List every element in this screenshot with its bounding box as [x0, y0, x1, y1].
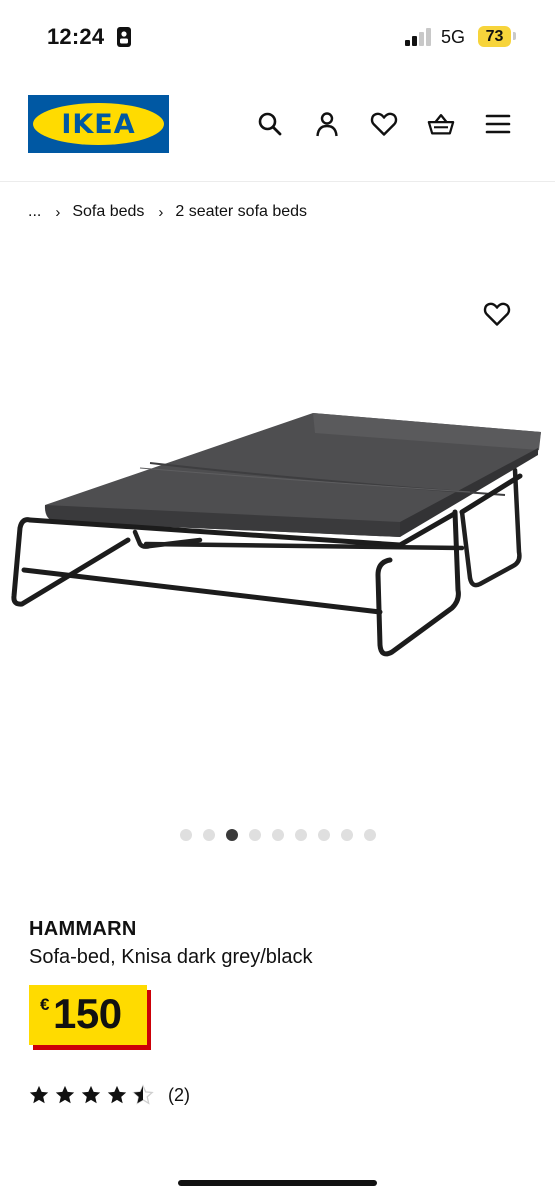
gallery-dot[interactable]: [341, 829, 353, 841]
star-half-icon: [132, 1084, 154, 1105]
breadcrumb: ... › Sofa beds › 2 seater sofa beds: [28, 201, 307, 223]
gallery-dot[interactable]: [295, 829, 307, 841]
gallery-dot[interactable]: [364, 829, 376, 841]
product-description: Sofa-bed, Knisa dark grey/black: [29, 946, 313, 968]
status-time: 12:24: [47, 24, 105, 49]
battery-indicator: 73: [478, 26, 511, 47]
breadcrumb-item-2-seater-sofa-beds[interactable]: 2 seater sofa beds: [175, 203, 307, 221]
gallery-dot[interactable]: [180, 829, 192, 841]
chevron-right-icon: ›: [55, 203, 61, 221]
ikea-logo[interactable]: IKEA: [28, 95, 169, 153]
site-header: IKEA: [0, 70, 555, 182]
menu-icon[interactable]: [484, 110, 512, 138]
breadcrumb-item-sofa-beds[interactable]: Sofa beds: [72, 203, 144, 221]
star-full-icon: [81, 1085, 101, 1104]
home-indicator: [178, 1180, 377, 1186]
sim-card-icon: [117, 27, 131, 52]
gallery-dot[interactable]: [249, 829, 261, 841]
gallery-dot[interactable]: [318, 829, 330, 841]
logo-oval: IKEA: [33, 103, 164, 145]
basket-icon[interactable]: [427, 110, 455, 138]
chevron-right-icon: ›: [158, 203, 164, 221]
star-full-icon: [55, 1085, 75, 1104]
rating-count: (2): [168, 1084, 190, 1105]
price-tag: € 150: [29, 985, 147, 1045]
account-icon[interactable]: [313, 110, 341, 138]
product-image[interactable]: [0, 300, 555, 680]
network-type: 5G: [441, 27, 466, 47]
gallery-pagination: [180, 829, 376, 841]
price-currency: €: [40, 995, 50, 1014]
status-bar: 12:24 5G 73: [0, 0, 555, 70]
star-full-icon: [29, 1085, 49, 1104]
gallery-dot[interactable]: [272, 829, 284, 841]
gallery-dot[interactable]: [203, 829, 215, 841]
logo-text: IKEA: [61, 108, 136, 140]
battery-tip: [513, 32, 516, 40]
gallery-dot-active[interactable]: [226, 829, 238, 841]
breadcrumb-ellipsis[interactable]: ...: [28, 203, 41, 221]
product-rating[interactable]: (2): [28, 1084, 190, 1106]
star-full-icon: [107, 1085, 127, 1104]
signal-strength-icon: [405, 28, 433, 51]
search-icon[interactable]: [256, 110, 284, 138]
price-value: 150: [53, 990, 122, 1037]
product-name: HAMMARN: [29, 918, 137, 940]
favourites-icon[interactable]: [370, 110, 398, 138]
